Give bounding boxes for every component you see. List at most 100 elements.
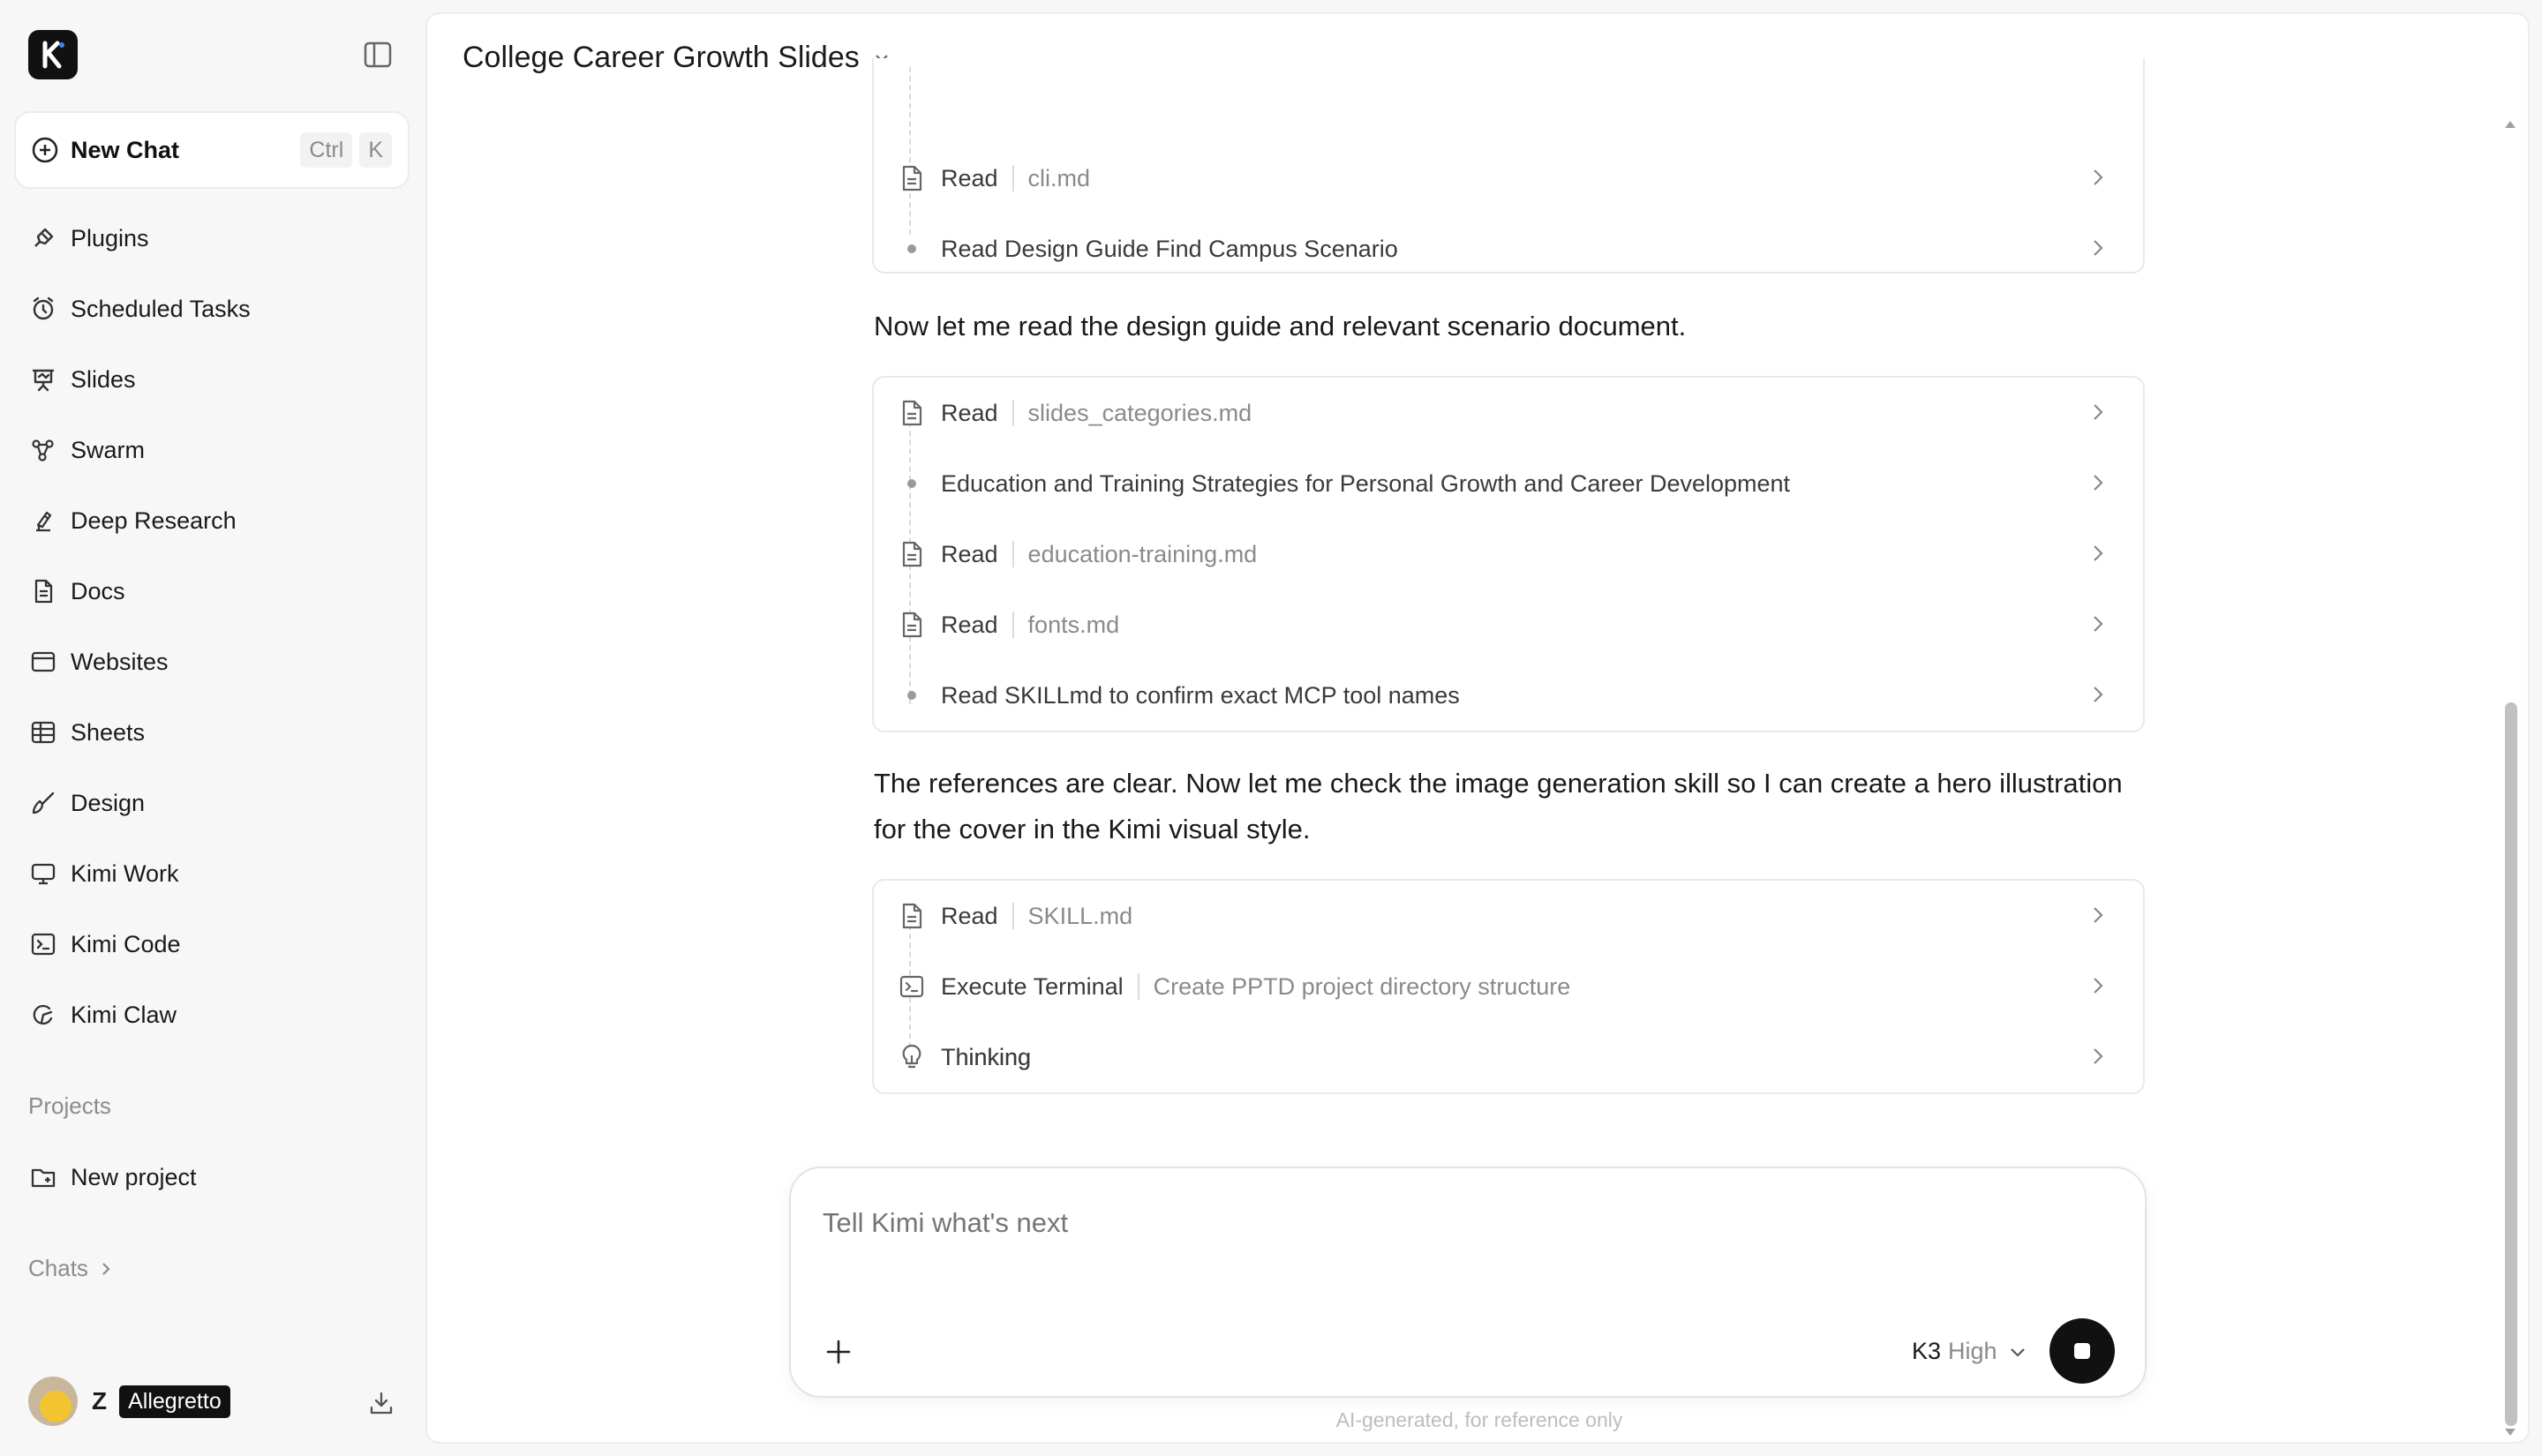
monitor-icon <box>28 859 58 889</box>
chevron-right-icon <box>2094 687 2103 702</box>
chevron-right-icon <box>2094 169 2103 185</box>
sidebar-item-kimi-code[interactable]: Kimi Code <box>14 916 410 972</box>
tool-steps-card: Read SKILL.md Execute Terminal Create PP… <box>872 879 2145 1094</box>
step-description: Education and Training Strategies for Pe… <box>941 469 1791 497</box>
step-row[interactable]: Education and Training Strategies for Pe… <box>874 457 2143 510</box>
shortcut-key-ctrl: Ctrl <box>300 132 353 168</box>
message-composer: K3 High <box>789 1167 2147 1398</box>
chevron-right-icon <box>2094 978 2103 994</box>
sidebar-item-label: Kimi Work <box>71 859 179 887</box>
chats-section-toggle[interactable]: Chats <box>28 1255 115 1282</box>
lightbulb-icon <box>897 1042 927 1072</box>
chevron-right-icon <box>2094 404 2103 420</box>
step-argument: fonts.md <box>1027 611 1120 638</box>
divider <box>1012 165 1014 191</box>
attach-button[interactable] <box>823 1336 854 1368</box>
step-action: Read <box>941 540 998 567</box>
file-icon <box>897 539 927 569</box>
table-icon <box>28 717 58 747</box>
sidebar-item-label: Slides <box>71 365 136 393</box>
step-description: Read Design Guide Find Campus Scenario <box>941 235 1398 262</box>
plug-icon <box>28 223 58 253</box>
step-description: Read SKILLmd to confirm exact MCP tool n… <box>941 681 1460 709</box>
folder-plus-icon <box>28 1162 58 1192</box>
step-action: Read <box>941 164 998 191</box>
scrollbar[interactable] <box>2503 111 2517 1436</box>
membership-badge: Allegretto <box>119 1385 230 1418</box>
file-icon <box>897 610 927 640</box>
divider <box>1012 541 1014 567</box>
scroll-up-icon <box>2505 121 2516 128</box>
sidebar-item-kimi-work[interactable]: Kimi Work <box>14 845 410 902</box>
sidebar-item-label: Docs <box>71 577 125 604</box>
new-project-button[interactable]: New project <box>14 1149 410 1205</box>
scrollbar-thumb[interactable] <box>2505 702 2517 1426</box>
divider <box>1137 973 1139 1000</box>
chevron-right-icon <box>2094 240 2103 256</box>
step-row-read[interactable]: Read cli.md <box>874 152 2143 205</box>
step-argument: slides_categories.md <box>1027 399 1252 426</box>
step-row-thinking[interactable]: Thinking <box>874 1031 2143 1084</box>
sidebar-item-sheets[interactable]: Sheets <box>14 704 410 761</box>
new-chat-label: New Chat <box>71 136 180 163</box>
sidebar-item-slides[interactable]: Slides <box>14 351 410 408</box>
tool-steps-card: Read cli.md Read Design Guide Find Campu… <box>872 58 2145 274</box>
step-row-terminal[interactable]: Execute Terminal Create PPTD project dir… <box>874 960 2143 1013</box>
chevron-right-icon <box>2094 1048 2103 1064</box>
terminal-icon <box>28 929 58 959</box>
download-app-button[interactable] <box>364 1385 399 1421</box>
download-icon <box>370 1392 393 1415</box>
chevron-right-icon <box>2094 907 2103 923</box>
kimi-logo[interactable] <box>28 30 78 79</box>
sidebar-item-plugins[interactable]: Plugins <box>14 210 410 266</box>
step-row-read[interactable]: Read education-training.md <box>874 528 2143 581</box>
sidebar-item-label: Sheets <box>71 718 146 746</box>
stop-icon <box>2074 1343 2090 1359</box>
divider <box>1012 903 1014 929</box>
sidebar-item-scheduled-tasks[interactable]: Scheduled Tasks <box>14 281 410 337</box>
step-connector-line <box>909 67 911 235</box>
research-icon <box>28 506 58 536</box>
divider <box>1012 612 1014 638</box>
step-row-read[interactable]: Read fonts.md <box>874 598 2143 651</box>
step-action: Read <box>941 611 998 638</box>
page-title: College Career Growth Slides <box>463 41 860 74</box>
step-action: Execute Terminal <box>941 972 1124 1000</box>
file-icon <box>897 901 927 931</box>
sidebar-item-label: Plugins <box>71 224 149 251</box>
new-chat-button[interactable]: New Chat Ctrl K <box>14 111 410 189</box>
model-selector[interactable]: K3 High <box>1912 1338 2027 1365</box>
sidebar-toggle-icon <box>364 41 392 68</box>
message-input[interactable] <box>823 1207 2058 1239</box>
sidebar-item-label: Kimi Code <box>71 930 181 957</box>
sidebar-item-deep-research[interactable]: Deep Research <box>14 492 410 549</box>
alarm-clock-icon <box>28 294 58 324</box>
plus-icon <box>826 1340 851 1364</box>
step-row[interactable]: Read Design Guide Find Campus Scenario <box>874 222 2143 275</box>
sidebar-toggle-button[interactable] <box>360 39 395 71</box>
sidebar-item-websites[interactable]: Websites <box>14 634 410 690</box>
avatar[interactable] <box>28 1377 78 1426</box>
thinking-status: Thinking <box>941 1043 1032 1070</box>
chevron-right-icon <box>2094 475 2103 491</box>
sidebar-item-label: Kimi Claw <box>71 1001 177 1028</box>
main-panel: College Career Growth Slides Read cli.md… <box>425 12 2530 1444</box>
step-row-read[interactable]: Read slides_categories.md <box>874 387 2143 439</box>
step-row-read[interactable]: Read SKILL.md <box>874 889 2143 942</box>
chat-title-dropdown[interactable]: College Career Growth Slides <box>463 41 891 75</box>
chevron-right-icon <box>102 1262 110 1275</box>
sidebar-item-kimi-claw[interactable]: Kimi Claw <box>14 987 410 1043</box>
projects-section-label: Projects <box>28 1092 111 1119</box>
assistant-message: Now let me read the design guide and rel… <box>874 311 1687 341</box>
stop-generation-button[interactable] <box>2049 1318 2115 1384</box>
sidebar-item-label: Scheduled Tasks <box>71 295 251 322</box>
sidebar-item-design[interactable]: Design <box>14 775 410 831</box>
sidebar-item-label: Swarm <box>71 436 146 463</box>
chevron-right-icon <box>2094 545 2103 561</box>
step-argument: cli.md <box>1027 164 1091 191</box>
sidebar-item-docs[interactable]: Docs <box>14 563 410 619</box>
step-row[interactable]: Read SKILLmd to confirm exact MCP tool n… <box>874 669 2143 722</box>
sidebar-item-swarm[interactable]: Swarm <box>14 422 410 478</box>
step-argument: education-training.md <box>1027 540 1258 567</box>
chats-section-label: Chats <box>28 1255 88 1281</box>
